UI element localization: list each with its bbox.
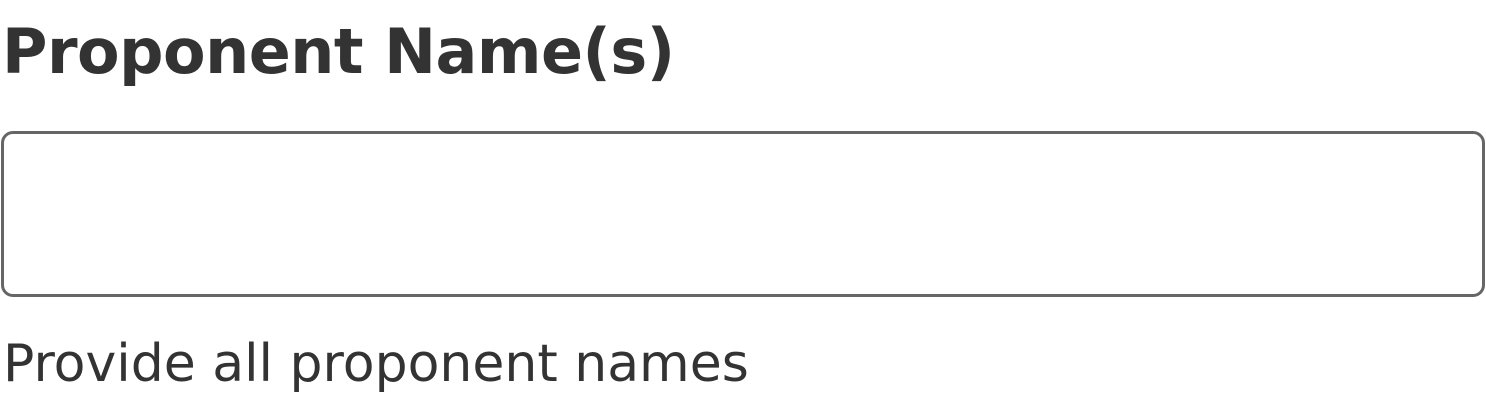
proponent-names-hint: Provide all proponent names [3, 334, 749, 394]
proponent-names-input[interactable] [1, 131, 1485, 297]
proponent-names-field: Proponent Name(s) Provide all proponent … [0, 0, 1486, 409]
proponent-names-label: Proponent Name(s) [2, 15, 675, 88]
